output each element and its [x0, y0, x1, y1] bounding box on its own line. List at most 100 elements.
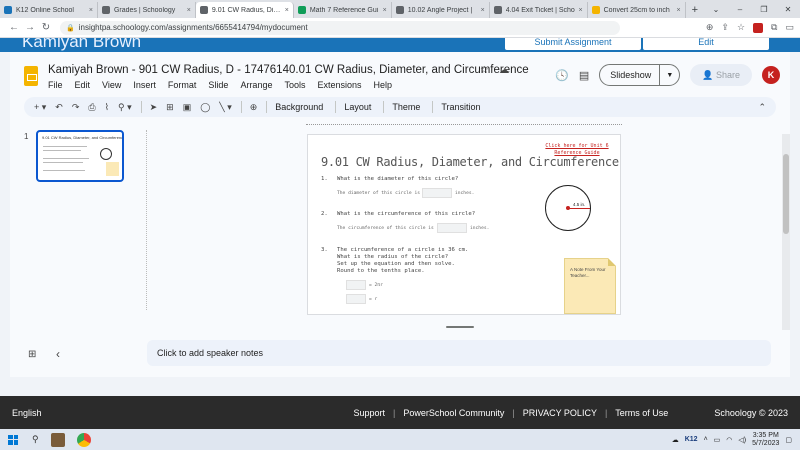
- support-link[interactable]: Support: [353, 408, 385, 418]
- k12-tray-label[interactable]: K12: [685, 436, 698, 443]
- reference-guide-link[interactable]: Click here for Unit 6 Reference Guide: [542, 143, 612, 157]
- sidebar-icon[interactable]: ▭: [785, 22, 794, 33]
- browser-tab-reference-guide[interactable]: Math 7 Reference Gui ×: [294, 2, 392, 18]
- zoom-icon[interactable]: ⊕: [706, 22, 714, 33]
- search-icon[interactable]: ⚲: [32, 434, 39, 445]
- teacher-note[interactable]: A Note From Your Teacher...: [564, 258, 616, 314]
- minimize-icon[interactable]: –: [728, 5, 752, 14]
- menu-insert[interactable]: Insert: [133, 80, 156, 90]
- speaker-notes[interactable]: Click to add speaker notes: [147, 340, 771, 366]
- print-icon[interactable]: ⎙: [88, 102, 95, 113]
- extension-icon[interactable]: [753, 22, 764, 33]
- slide-title[interactable]: 9.01 CW Radius, Diameter, and Circumfere…: [321, 155, 619, 169]
- comments-icon[interactable]: ▤: [579, 69, 589, 82]
- menu-view[interactable]: View: [102, 80, 121, 90]
- close-tab-icon[interactable]: ×: [187, 7, 191, 14]
- new-slide-icon[interactable]: + ▾: [34, 102, 46, 113]
- volume-icon[interactable]: ◁): [738, 436, 746, 444]
- chrome-icon[interactable]: [76, 432, 91, 447]
- q2-answer-box[interactable]: [437, 223, 467, 233]
- share-button[interactable]: 👤 Share: [690, 64, 752, 86]
- back-icon[interactable]: ←: [6, 22, 22, 33]
- document-title[interactable]: Kamiyah Brown - 901 CW Radius, D - 17476…: [48, 64, 529, 76]
- close-tab-icon[interactable]: ×: [383, 7, 387, 14]
- image-icon[interactable]: ▣: [183, 102, 192, 113]
- app-thumbnail-icon[interactable]: [50, 432, 65, 447]
- chevron-up-icon[interactable]: ˄: [704, 436, 708, 443]
- zoom-icon[interactable]: ⚲ ▾: [118, 102, 132, 113]
- cloud-status-icon[interactable]: ☁: [499, 65, 509, 76]
- close-tab-icon[interactable]: ×: [89, 7, 93, 14]
- submit-assignment-button[interactable]: Submit Assignment: [505, 38, 641, 50]
- browser-tab-convert[interactable]: Convert 25cm to inch ×: [588, 2, 686, 18]
- notification-icon[interactable]: ▢: [785, 436, 792, 444]
- undo-icon[interactable]: ↶: [55, 102, 63, 113]
- menu-extensions[interactable]: Extensions: [317, 80, 361, 90]
- menu-tools[interactable]: Tools: [284, 80, 305, 90]
- collapse-filmstrip-icon[interactable]: ‹: [56, 347, 60, 361]
- grid-view-icon[interactable]: ⊞: [28, 349, 36, 360]
- avatar[interactable]: K: [762, 66, 780, 84]
- powerschool-community-link[interactable]: PowerSchool Community: [403, 408, 504, 418]
- chevron-up-icon[interactable]: ⌃: [758, 102, 766, 113]
- menu-file[interactable]: File: [48, 80, 63, 90]
- slideshow-label[interactable]: Slideshow: [600, 65, 661, 85]
- browser-tab-grades[interactable]: Grades | Schoology ×: [98, 2, 196, 18]
- q1-answer-box[interactable]: [422, 188, 452, 198]
- reload-icon[interactable]: ↻: [38, 22, 54, 33]
- text-box-icon[interactable]: ⊞: [166, 102, 174, 113]
- privacy-policy-link[interactable]: PRIVACY POLICY: [523, 408, 597, 418]
- menu-arrange[interactable]: Arrange: [240, 80, 272, 90]
- slide-canvas[interactable]: 9.01 CW Radius, Diameter, and Circumfere…: [307, 134, 621, 315]
- star-icon[interactable]: ☆: [480, 65, 489, 76]
- cloud-icon[interactable]: ☁: [672, 436, 679, 444]
- language-selector[interactable]: English: [12, 408, 42, 418]
- line-icon[interactable]: ╲ ▾: [219, 102, 231, 113]
- history-icon[interactable]: 🕓: [555, 69, 569, 82]
- scrollbar-thumb[interactable]: [783, 154, 789, 234]
- chevron-down-icon[interactable]: ⌄: [704, 5, 728, 14]
- slideshow-button[interactable]: Slideshow ▼: [599, 64, 681, 86]
- battery-icon[interactable]: ▭: [714, 436, 721, 444]
- close-tab-icon[interactable]: ×: [285, 7, 289, 14]
- maximize-icon[interactable]: ❐: [752, 5, 776, 14]
- menu-help[interactable]: Help: [374, 80, 393, 90]
- browser-tab-angle-project[interactable]: 10.02 Angle Project | ×: [392, 2, 490, 18]
- browser-tab-exit-ticket[interactable]: 4.04 Exit Ticket | Scho ×: [490, 2, 588, 18]
- slides-logo-icon[interactable]: [24, 66, 38, 86]
- background-button[interactable]: Background: [275, 102, 323, 112]
- close-icon[interactable]: ✕: [776, 5, 800, 14]
- redo-icon[interactable]: ↷: [72, 102, 80, 113]
- scrollbar[interactable]: [782, 134, 790, 330]
- q3-circumference-box[interactable]: [346, 280, 366, 290]
- new-tab-button[interactable]: +: [686, 2, 704, 18]
- menu-slide[interactable]: Slide: [208, 80, 228, 90]
- browser-tab-active-assignment[interactable]: 9.01 CW Radius, Diam ×: [195, 2, 294, 18]
- share-icon[interactable]: ⇪: [721, 22, 729, 33]
- layout-button[interactable]: Layout: [344, 102, 371, 112]
- select-cursor-icon[interactable]: ➤: [150, 102, 158, 113]
- forward-icon[interactable]: →: [22, 22, 38, 33]
- terms-of-use-link[interactable]: Terms of Use: [615, 408, 668, 418]
- chevron-down-icon[interactable]: ▼: [660, 72, 679, 79]
- puzzle-icon[interactable]: ⧉: [771, 22, 777, 33]
- lock-icon[interactable]: 🔒: [66, 24, 75, 32]
- close-tab-icon[interactable]: ×: [481, 7, 485, 14]
- shape-icon[interactable]: ◯: [200, 102, 210, 113]
- menu-edit[interactable]: Edit: [75, 80, 91, 90]
- comment-add-icon[interactable]: ⊕: [250, 102, 258, 113]
- notes-resize-handle[interactable]: [446, 326, 474, 328]
- windows-start-icon[interactable]: [8, 434, 18, 445]
- close-tab-icon[interactable]: ×: [676, 7, 680, 14]
- q3-radius-box[interactable]: [346, 294, 366, 304]
- transition-button[interactable]: Transition: [441, 102, 480, 112]
- theme-button[interactable]: Theme: [392, 102, 420, 112]
- clock[interactable]: 3:35 PM 5/7/2023: [752, 432, 779, 448]
- browser-tab-k12[interactable]: K12 Online School ×: [0, 2, 98, 18]
- bookmark-star-icon[interactable]: ☆: [737, 22, 745, 33]
- edit-button[interactable]: Edit: [643, 38, 769, 50]
- wifi-icon[interactable]: ◠: [726, 436, 732, 444]
- menu-format[interactable]: Format: [168, 80, 197, 90]
- slide-thumbnail[interactable]: 9.01 CW Radius, Diameter, and Circumfere…: [36, 130, 124, 182]
- close-tab-icon[interactable]: ×: [579, 7, 583, 14]
